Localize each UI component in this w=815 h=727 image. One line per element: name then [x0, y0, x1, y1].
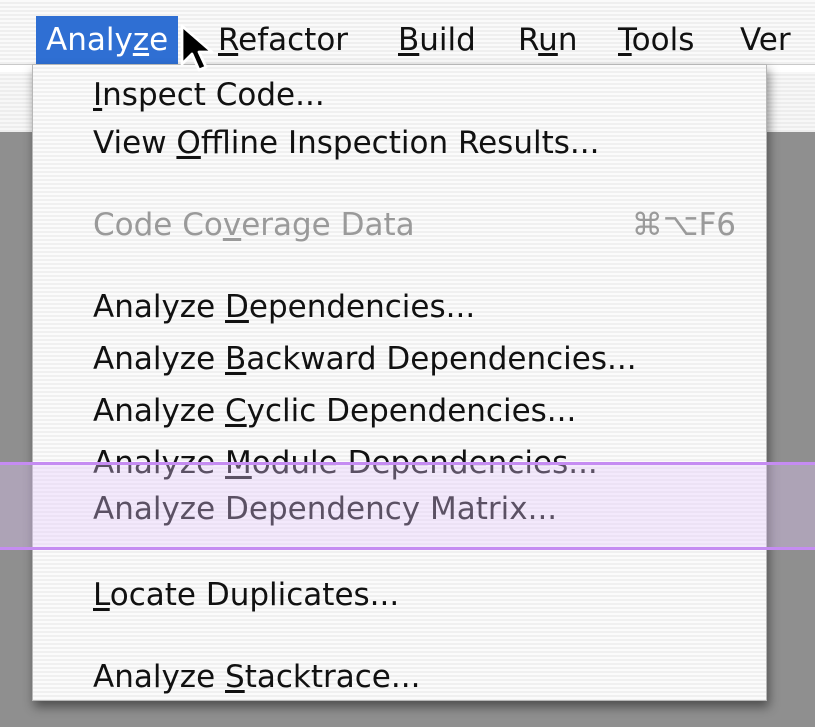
menu-item-text-a: Analyze — [93, 289, 226, 325]
menu-item-text-a: Code Co — [93, 207, 223, 243]
menu-item-code-coverage-data[interactable]: Code Coverage Data — [93, 201, 415, 249]
menu-item-mnemonic: I — [93, 77, 103, 113]
menu-run[interactable]: Run — [508, 16, 587, 64]
menu-tools-mnemonic: T — [618, 22, 632, 58]
shortcut-code-coverage-data: ⌘⌥F6 — [631, 207, 736, 243]
analyze-dropdown-menu: Inspect Code... View Offline Inspection … — [32, 64, 767, 701]
menu-refactor-label-b: efactor — [238, 22, 349, 58]
menu-item-text-b: yclic Dependencies... — [246, 393, 577, 429]
highlight-annotation-band — [0, 462, 815, 550]
menu-run-mnemonic: u — [538, 22, 558, 58]
menu-item-analyze-cyclic-dependencies[interactable]: Analyze Cyclic Dependencies... — [93, 387, 576, 435]
menu-version-control[interactable]: Ver — [730, 16, 801, 64]
menu-refactor[interactable]: Refactor — [208, 16, 358, 64]
arrow-pointer-icon — [180, 24, 214, 72]
menu-item-mnemonic: S — [225, 659, 245, 695]
menu-tools-label-b: ools — [631, 22, 695, 58]
menu-item-text-b: ocate Duplicates... — [109, 577, 400, 613]
menu-item-mnemonic: B — [225, 341, 247, 377]
menu-item-analyze-dependencies[interactable]: Analyze Dependencies... — [93, 283, 475, 331]
menu-refactor-mnemonic: R — [218, 22, 239, 58]
menu-item-analyze-stacktrace[interactable]: Analyze Stacktrace... — [93, 653, 420, 701]
menu-item-text-b: ffline Inspection Results... — [200, 125, 600, 161]
menu-item-mnemonic: L — [93, 577, 110, 613]
menu-item-text-b: tacktrace... — [244, 659, 421, 695]
menu-item-inspect-code[interactable]: Inspect Code... — [93, 71, 325, 119]
menu-build[interactable]: Build — [388, 16, 486, 64]
menu-item-mnemonic: D — [225, 289, 249, 325]
menu-build-label-b: uild — [419, 22, 476, 58]
menu-item-view-offline-inspection-results[interactable]: View Offline Inspection Results... — [93, 119, 599, 167]
menu-item-analyze-backward-dependencies[interactable]: Analyze Backward Dependencies... — [93, 335, 637, 383]
menu-item-mnemonic: v — [222, 207, 242, 243]
menu-item-text-a: Analyze — [93, 341, 226, 377]
menu-item-text-b: ependencies... — [248, 289, 476, 325]
menu-item-text-a: Analyze — [93, 659, 226, 695]
menu-build-mnemonic: B — [398, 22, 420, 58]
menu-item-text-a: Analyze — [93, 393, 226, 429]
menu-analyze[interactable]: Analyze — [36, 16, 179, 64]
menu-analyze-label-b: e — [149, 22, 169, 58]
menu-item-text-b: erage Data — [241, 207, 415, 243]
menu-item-mnemonic: C — [225, 393, 247, 429]
menu-analyze-mnemonic: z — [132, 22, 150, 58]
menu-item-mnemonic: O — [176, 125, 201, 161]
menu-item-text-b: ackward Dependencies... — [246, 341, 637, 377]
menu-run-label-a: R — [518, 22, 539, 58]
menu-analyze-label-a: Analy — [46, 22, 133, 58]
menu-item-locate-duplicates[interactable]: Locate Duplicates... — [93, 571, 399, 619]
menu-item-text-a: View — [93, 125, 177, 161]
menu-bar: Analyze Refactor Build Run Tools Ver — [0, 0, 815, 65]
menu-item-text-b: nspect Code... — [102, 77, 325, 113]
menu-version-control-label: Ver — [740, 22, 791, 58]
menu-tools[interactable]: Tools — [608, 16, 704, 64]
menu-run-label-b: n — [557, 22, 578, 58]
